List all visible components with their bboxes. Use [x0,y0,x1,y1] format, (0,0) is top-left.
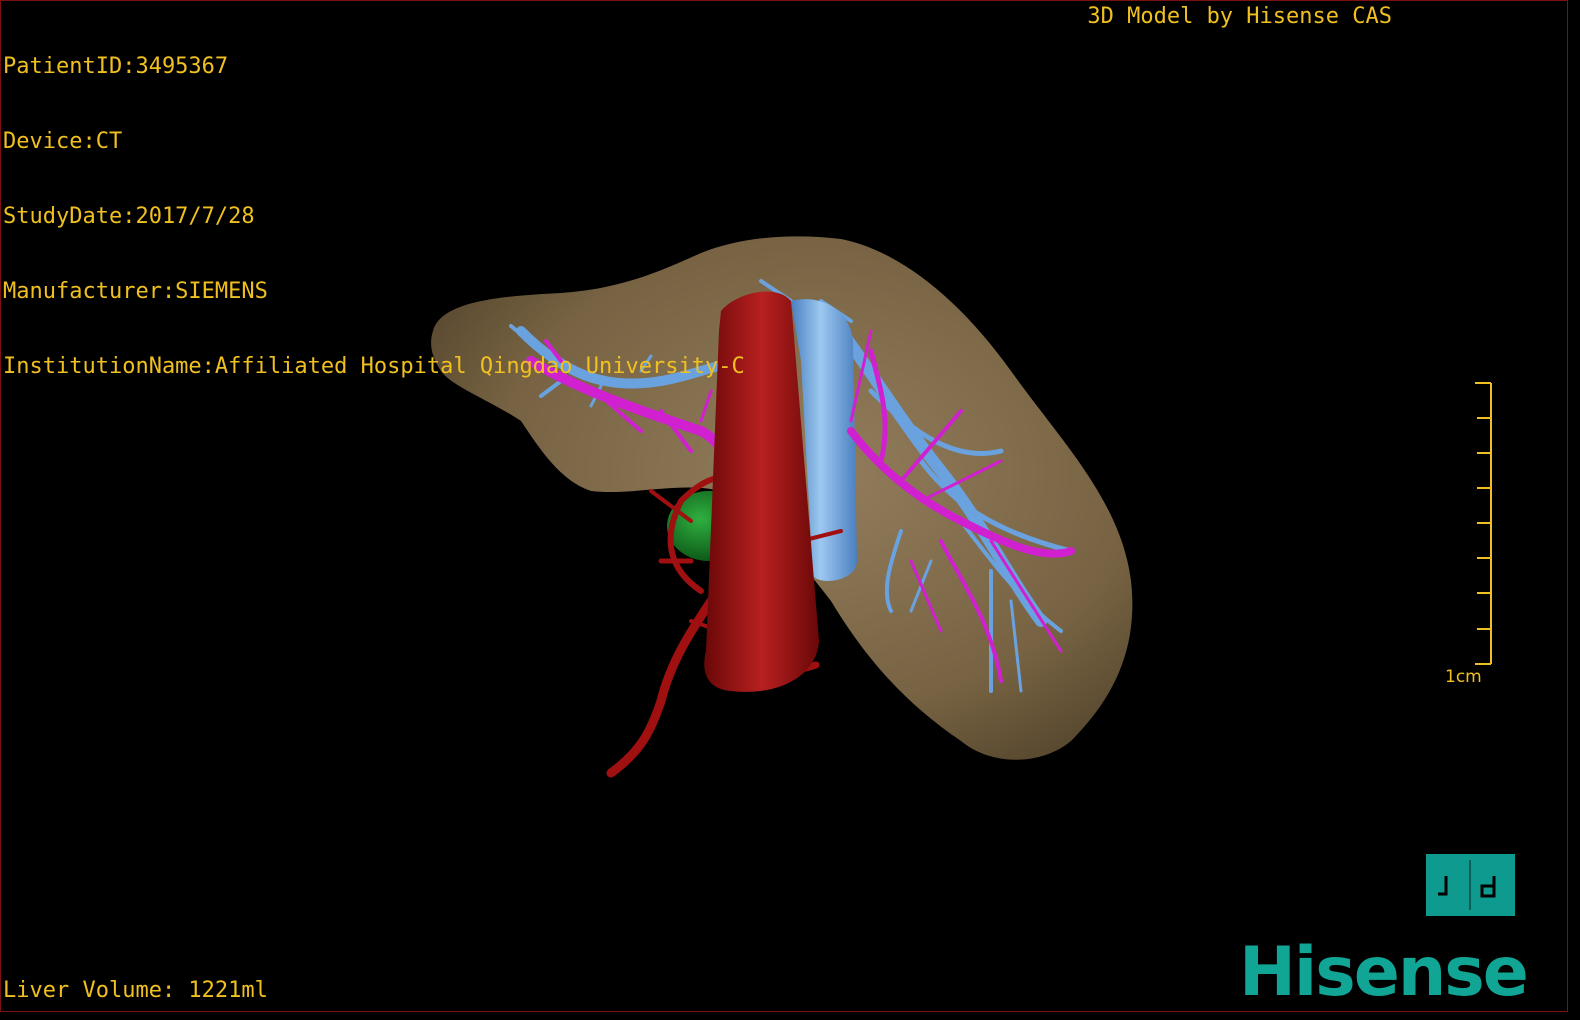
model-credit: 3D Model by Hisense CAS [1087,4,1392,29]
dicom-info-overlay: PatientID:3495367 Device:CT StudyDate:20… [3,4,745,429]
study-date: StudyDate:2017/7/28 [3,204,255,229]
scale-bar-label: 1cm [1445,667,1482,687]
scale-bar [1475,382,1492,665]
liver-volume: Liver Volume: 1221ml [3,978,268,1003]
3d-viewport[interactable]: PatientID:3495367 Device:CT StudyDate:20… [0,0,1568,1012]
device: Device:CT [3,129,123,154]
manufacturer: Manufacturer:SIEMENS [3,279,268,304]
patient-id: PatientID:3495367 [3,54,229,79]
hisense-cas-logo-icon [1426,854,1515,916]
hisense-logo: Hisense [1239,933,1529,1012]
institution-name: InstitutionName:Affiliated Hospital Qing… [3,354,745,379]
